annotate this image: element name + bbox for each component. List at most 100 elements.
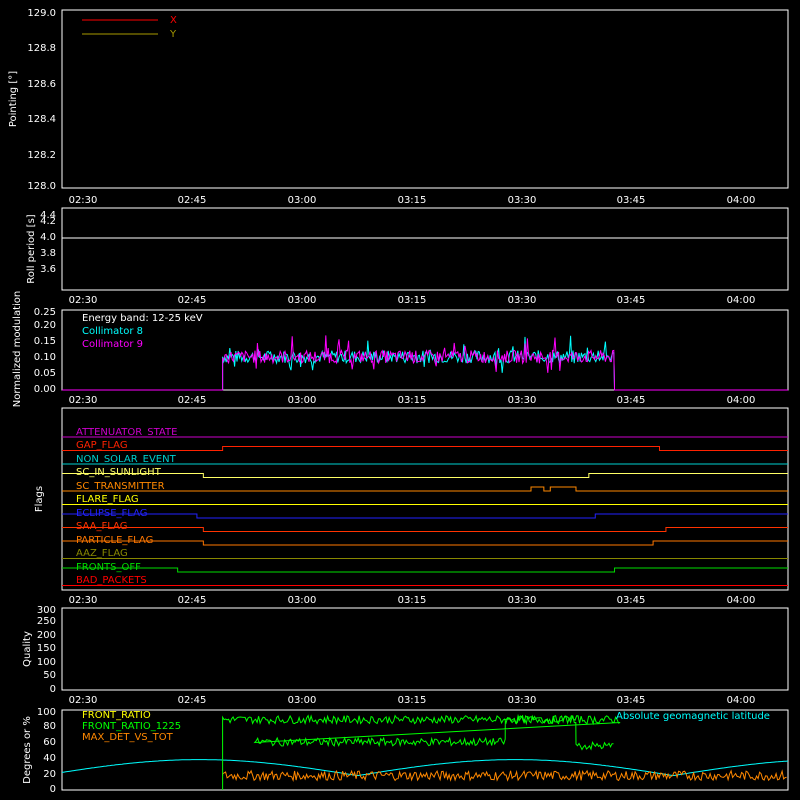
roll-xtick: 03:45 [617,295,646,306]
quality-xtick: 04:00 [727,695,756,706]
flags-xtick: 02:45 [178,595,207,606]
quality-ytick: 300 [37,605,56,616]
modulation-xtick: 04:00 [727,395,756,406]
flags-ylabel: Flags [34,486,45,512]
flag-label: FLARE_FLAG [76,494,139,505]
legend-label-x: X [170,15,177,26]
flags-xtick: 02:30 [69,595,98,606]
roll-frame [61,207,789,291]
flag-line [62,540,788,546]
quality-xtick: 03:00 [288,695,317,706]
roll-ytick: 3.6 [40,264,56,275]
modulation-panel: Normalized modulation 0.00 0.05 0.10 0.1… [12,291,789,407]
pointing-xticks: 02:30 02:45 03:00 03:15 03:30 03:45 04:0… [69,195,756,206]
flag-line [62,486,788,492]
quality-ytick: 150 [37,643,56,654]
roll-xtick: 03:30 [508,295,537,306]
flags-xtick: 03:30 [508,595,537,606]
pointing-yticks: 128.0 128.2 128.4 128.6 128.8 129.0 [27,8,56,192]
roll-ytick: 4.4 [40,210,56,221]
flags-xtick: 04:00 [727,595,756,606]
ratio-ytick: 80 [43,721,56,732]
modulation-legend-collimator-8: Collimator 8 [82,326,143,337]
modulation-ytick: 0.00 [34,384,56,395]
pointing-xtick: 02:30 [69,195,98,206]
quality-xtick: 02:45 [178,695,207,706]
ratio-ylabel: Degrees or % [22,716,33,784]
roll-xtick: 02:30 [69,295,98,306]
flag-label: SC_IN_SUNLIGHT [76,467,162,478]
flag-line [62,567,788,573]
flag-line [62,473,788,478]
quality-ytick: 0 [50,684,56,695]
geomagnetic-latitude-trace [61,759,789,777]
ratio-ytick: 40 [43,753,56,764]
modulation-xticks: 02:30 02:45 03:00 03:15 03:30 03:45 04:0… [69,395,756,406]
flag-label: FRONTS_OFF [76,562,141,573]
flag-label: NON_SOLAR_EVENT [76,454,177,465]
quality-ytick: 250 [37,616,56,627]
modulation-xtick: 03:45 [617,395,646,406]
quality-xtick: 03:30 [508,695,537,706]
modulation-xtick: 03:00 [288,395,317,406]
quality-xtick: 03:45 [617,695,646,706]
roll-xticks: 02:30 02:45 03:00 03:15 03:30 03:45 04:0… [69,295,756,306]
ratio-ytick: 100 [37,707,56,718]
legend-label-y: Y [169,29,177,40]
pointing-xtick: 03:15 [398,195,427,206]
ratio-legend-max-det-vs-tot: MAX_DET_VS_TOT [82,732,174,743]
modulation-ytick: 0.10 [34,352,56,363]
pointing-panel: Pointing [°] 128.0 128.2 128.4 128.6 128… [8,8,789,206]
flag-label: SAA_FLAG [76,521,127,532]
ratio-ytick: 20 [43,769,56,780]
pointing-xtick: 03:45 [617,195,646,206]
modulation-legend-collimator-9: Collimator 9 [82,339,143,350]
quality-xticks: 02:30 02:45 03:00 03:15 03:30 03:45 04:0… [69,695,756,706]
flag-line [62,527,788,532]
ratio-legend-geomagnetic: Absolute geomagnetic latitude [616,711,770,722]
pointing-xtick: 02:45 [178,195,207,206]
modulation-yticks: 0.00 0.05 0.10 0.15 0.20 0.25 [34,307,56,395]
collimator-8-trace [62,335,788,391]
flag-line [62,513,788,519]
modulation-xtick: 02:45 [178,395,207,406]
roll-panel: Roll period [s] 3.6 3.8 4.0 4.2 4.4 02:3… [26,207,789,306]
plot-canvas: Pointing [°] 128.0 128.2 128.4 128.6 128… [8,8,789,795]
modulation-xtick: 03:15 [398,395,427,406]
roll-ytick: 4.0 [40,232,56,243]
roll-ytick: 3.8 [40,248,56,259]
quality-ytick: 50 [43,670,56,681]
flag-label: BAD_PACKETS [76,575,147,586]
pointing-ytick: 128.4 [27,114,56,125]
modulation-ytick: 0.15 [34,336,56,347]
flag-label: SC_TRANSMITTER [76,481,165,492]
roll-xtick: 02:45 [178,295,207,306]
modulation-ytick: 0.20 [34,320,56,331]
pointing-xtick: 04:00 [727,195,756,206]
quality-yticks: 0 50 100 150 200 250 300 [37,605,56,695]
flags-xtick: 03:15 [398,595,427,606]
pointing-ylabel: Pointing [°] [8,71,19,127]
modulation-ytick: 0.05 [34,368,56,379]
flags-xticks: 02:30 02:45 03:00 03:15 03:30 03:45 04:0… [69,595,756,606]
flags-xtick: 03:45 [617,595,646,606]
quality-xtick: 03:15 [398,695,427,706]
flag-label: ECLIPSE_FLAG [76,508,147,519]
quality-ylabel: Quality [22,631,33,667]
ratio-ytick: 0 [50,784,56,795]
pointing-ytick: 128.2 [27,150,56,161]
quality-ytick: 200 [37,630,56,641]
flag-line [62,446,788,451]
modulation-series [62,335,788,391]
modulation-xtick: 03:30 [508,395,537,406]
flag-label: PARTICLE_FLAG [76,535,153,546]
modulation-ytick: 0.25 [34,307,56,318]
flags-panel: Flags ATTENUATOR_STATE GAP_FLAG NON_SOLA… [34,407,789,606]
flag-label: ATTENUATOR_STATE [76,427,177,438]
ratio-legend-front-ratio-1225: FRONT_RATIO_1225 [82,721,181,732]
pointing-xtick: 03:00 [288,195,317,206]
flag-label: GAP_FLAG [76,440,128,451]
roll-xtick: 04:00 [727,295,756,306]
quality-ytick: 100 [37,657,56,668]
pointing-legend: X Y [82,15,177,40]
